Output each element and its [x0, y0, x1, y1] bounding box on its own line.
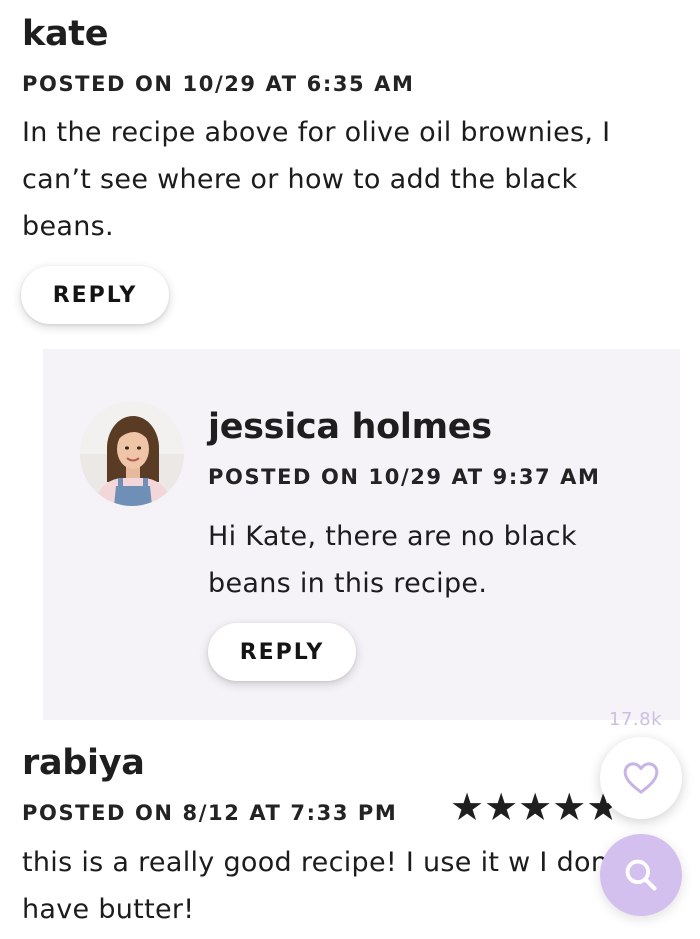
comment-author-name: kate — [22, 14, 109, 54]
heart-icon — [623, 762, 659, 794]
comment-author-name: rabiya — [22, 743, 145, 783]
comment-timestamp: POSTED ON 8/12 AT 7:33 PM — [22, 801, 398, 825]
star-rating: ★★★★★ — [450, 785, 621, 829]
comment-author-name: jessica holmes — [208, 407, 492, 447]
reply-button[interactable]: REPLY — [21, 266, 169, 324]
comment-timestamp: POSTED ON 10/29 AT 6:35 AM — [22, 72, 415, 96]
likes-count: 17.8k — [609, 709, 663, 730]
reply-button[interactable]: REPLY — [208, 623, 356, 681]
comment-timestamp: POSTED ON 10/29 AT 9:37 AM — [208, 465, 601, 489]
avatar — [80, 402, 184, 506]
comment-text: this is a really good recipe! I use it w… — [22, 847, 629, 925]
favorite-button[interactable] — [600, 737, 682, 819]
comment-text: In the recipe above for olive oil browni… — [22, 117, 611, 242]
search-button[interactable] — [600, 834, 682, 916]
comment-text: Hi Kate, there are no black beans in thi… — [208, 521, 577, 599]
search-icon — [625, 859, 657, 891]
author-avatar-image — [80, 402, 184, 506]
